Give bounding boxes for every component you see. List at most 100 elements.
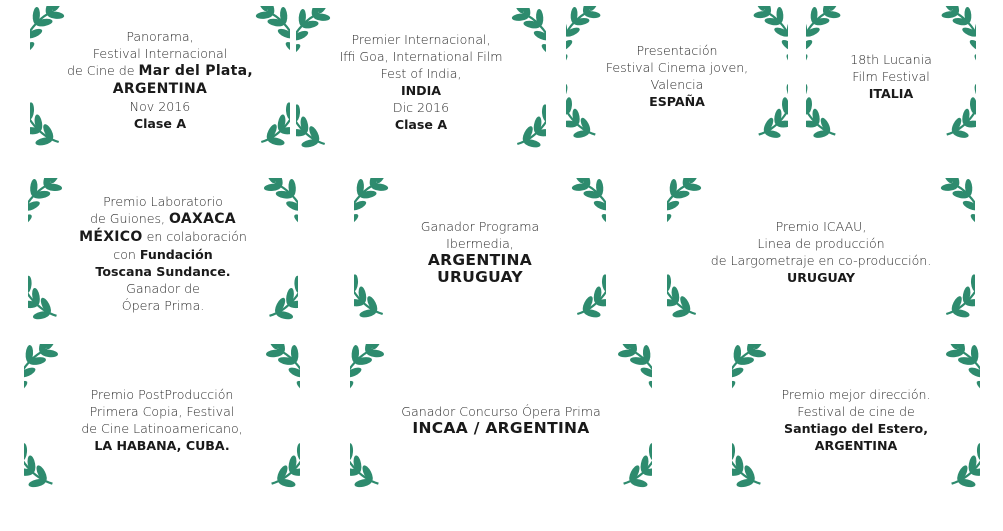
laurel-left-icon [566,6,622,146]
award-line: Valencia [651,76,704,93]
laurel-left-icon [296,8,352,156]
award-line: Festival de cine de [797,403,915,420]
award-text-segment: con [113,246,140,262]
laurel-left-icon [350,344,406,496]
award-text-segment: Iffi Goa, International Film [339,49,503,64]
award-line: Festival Internacional [93,45,227,62]
award-text-segment: de Guiones, [90,210,170,226]
award-line: Premio PostProducción [91,386,234,403]
award-text-segment: ARGENTINA [112,81,208,97]
award-text-segment: Fest of India, [380,66,462,81]
laurel-left-icon [28,178,84,328]
award-text-segment: INCAA / ARGENTINA [412,419,590,437]
award-text-segment: Fundación [139,246,213,262]
award-line: INCAA / ARGENTINA [412,420,589,437]
award-text-segment: Premio ICAAU, [775,219,867,234]
award-line: Iffi Goa, International Film [339,48,502,65]
laurel-right-icon [490,8,546,156]
award-text-segment: Mar del Plata, [138,63,254,79]
award-text-segment: Primera Copia, Festival [89,404,235,419]
award-text-segment: INDIA [400,83,442,98]
award-text: Premier Internacional, Iffi Goa, Internat… [339,8,502,156]
award-santiago-del-estero: Premio mejor dirección. Festival de cine … [732,344,980,496]
award-line: Ganador Programa [421,218,539,235]
award-text-segment: Ganador Programa [420,219,540,234]
laurel-left-icon [24,344,80,496]
award-line: Santiago del Estero, [784,420,928,437]
award-text-segment: Panorama, [126,29,194,44]
award-text-segment: Premier Internacional, [351,32,491,47]
award-india: Premier Internacional, Iffi Goa, Internat… [296,8,546,156]
laurel-right-icon [550,178,606,326]
award-line: Primera Copia, Festival [90,403,235,420]
award-text-segment: Premio PostProducción [90,387,234,402]
award-line: Panorama, [126,28,193,45]
award-line: de Cine de Mar del Plata, [67,62,253,80]
award-text: Ganador Programa Ibermedia, ARGENTINA URUGU… [404,178,556,326]
award-line: Presentación [636,42,717,59]
award-line: Ibermedia, [446,235,514,252]
laurel-left-icon [732,344,788,496]
award-text: Premio ICAAU, Linea de producción de Largo… [711,178,932,326]
award-text: Premio PostProducción Primera Copia, Fest… [74,344,250,496]
award-text-segment: Santiago del Estero, [784,421,928,436]
award-text-segment: de Cine Latinoamericano, [81,421,243,436]
award-line: Clase A [395,116,447,133]
laurel-left-icon [30,6,86,154]
award-line: Ópera Prima. [122,297,205,314]
award-text-segment: Clase A [394,117,448,132]
award-text-segment: Dic 2016 [392,100,450,115]
award-text-segment: Toscana Sundance. [95,263,231,279]
award-line: ITALIA [869,85,914,102]
award-text-segment: Ópera Prima. [121,297,205,313]
award-mar-del-plata: Panorama, Festival Internacional de Cine d… [30,6,290,154]
award-line: Premio mejor dirección. [781,386,930,403]
award-text: 18th Lucania Film Festival ITALIA [850,6,932,146]
award-text-segment: Festival Cinema joven, [605,60,749,75]
award-text-segment: ITALIA [868,85,914,101]
award-icaau: Premio ICAAU, Linea de producción de Largo… [667,178,975,326]
award-text-segment: URUGUAY [437,268,523,286]
award-oaxaca: Premio Laboratorio de Guiones, OAXACA MÉXI… [28,178,298,328]
award-text-segment: Festival de cine de [797,404,915,419]
award-line: Toscana Sundance. [95,263,230,280]
award-text: Presentación Festival Cinema joven, Valenc… [606,6,748,146]
award-text-segment: Presentación [636,43,718,58]
award-line: INDIA [401,82,441,99]
laurel-right-icon [234,6,290,154]
award-text-segment: de Largometraje en co-producción. [710,253,932,268]
award-line: Festival Cinema joven, [606,59,748,76]
award-ibermedia: Ganador Programa Ibermedia, ARGENTINA URUGU… [354,178,606,326]
award-text-segment: MÉXICO [79,228,143,245]
award-line: con Fundación [113,246,212,263]
laurel-right-icon [596,344,652,496]
award-text-segment: Premio Laboratorio [103,193,223,209]
award-text-segment: 18th Lucania [850,51,932,67]
award-line: Film Festival [852,68,930,85]
award-line: ARGENTINA [113,80,207,98]
award-line: Clase A [134,115,186,132]
award-la-habana: Premio PostProducción Primera Copia, Fest… [24,344,300,496]
award-line: 18th Lucania [850,51,932,68]
award-text-segment: Film Festival [852,68,930,84]
award-text-segment: Ganador Concurso Ópera Prima [401,404,601,419]
award-line: de Largometraje en co-producción. [711,252,932,269]
award-lucania: 18th Lucania Film Festival ITALIA [806,6,976,146]
award-text-segment: en colaboración [142,228,247,244]
award-text-segment: ARGENTINA [427,251,533,269]
award-text-segment: de Cine de [66,63,139,78]
award-text-segment: ARGENTINA [814,438,898,453]
award-text-segment: Festival Internacional [92,46,228,61]
award-text-segment: Nov 2016 [129,99,191,114]
award-text-segment: Linea de producción [757,236,885,251]
award-text-segment: ESPAÑA [649,94,705,109]
award-text-segment: OAXACA [169,210,236,227]
laurel-right-icon [244,344,300,496]
award-line: de Guiones, OAXACA [90,210,236,228]
award-text-segment: LA HABANA, CUBA. [94,438,230,453]
award-text-segment: Ibermedia, [446,236,514,251]
laurel-right-icon [242,178,298,328]
award-text: Panorama, Festival Internacional de Cine d… [67,6,253,154]
award-line: Linea de producción [757,235,884,252]
award-line: Nov 2016 [130,98,191,115]
